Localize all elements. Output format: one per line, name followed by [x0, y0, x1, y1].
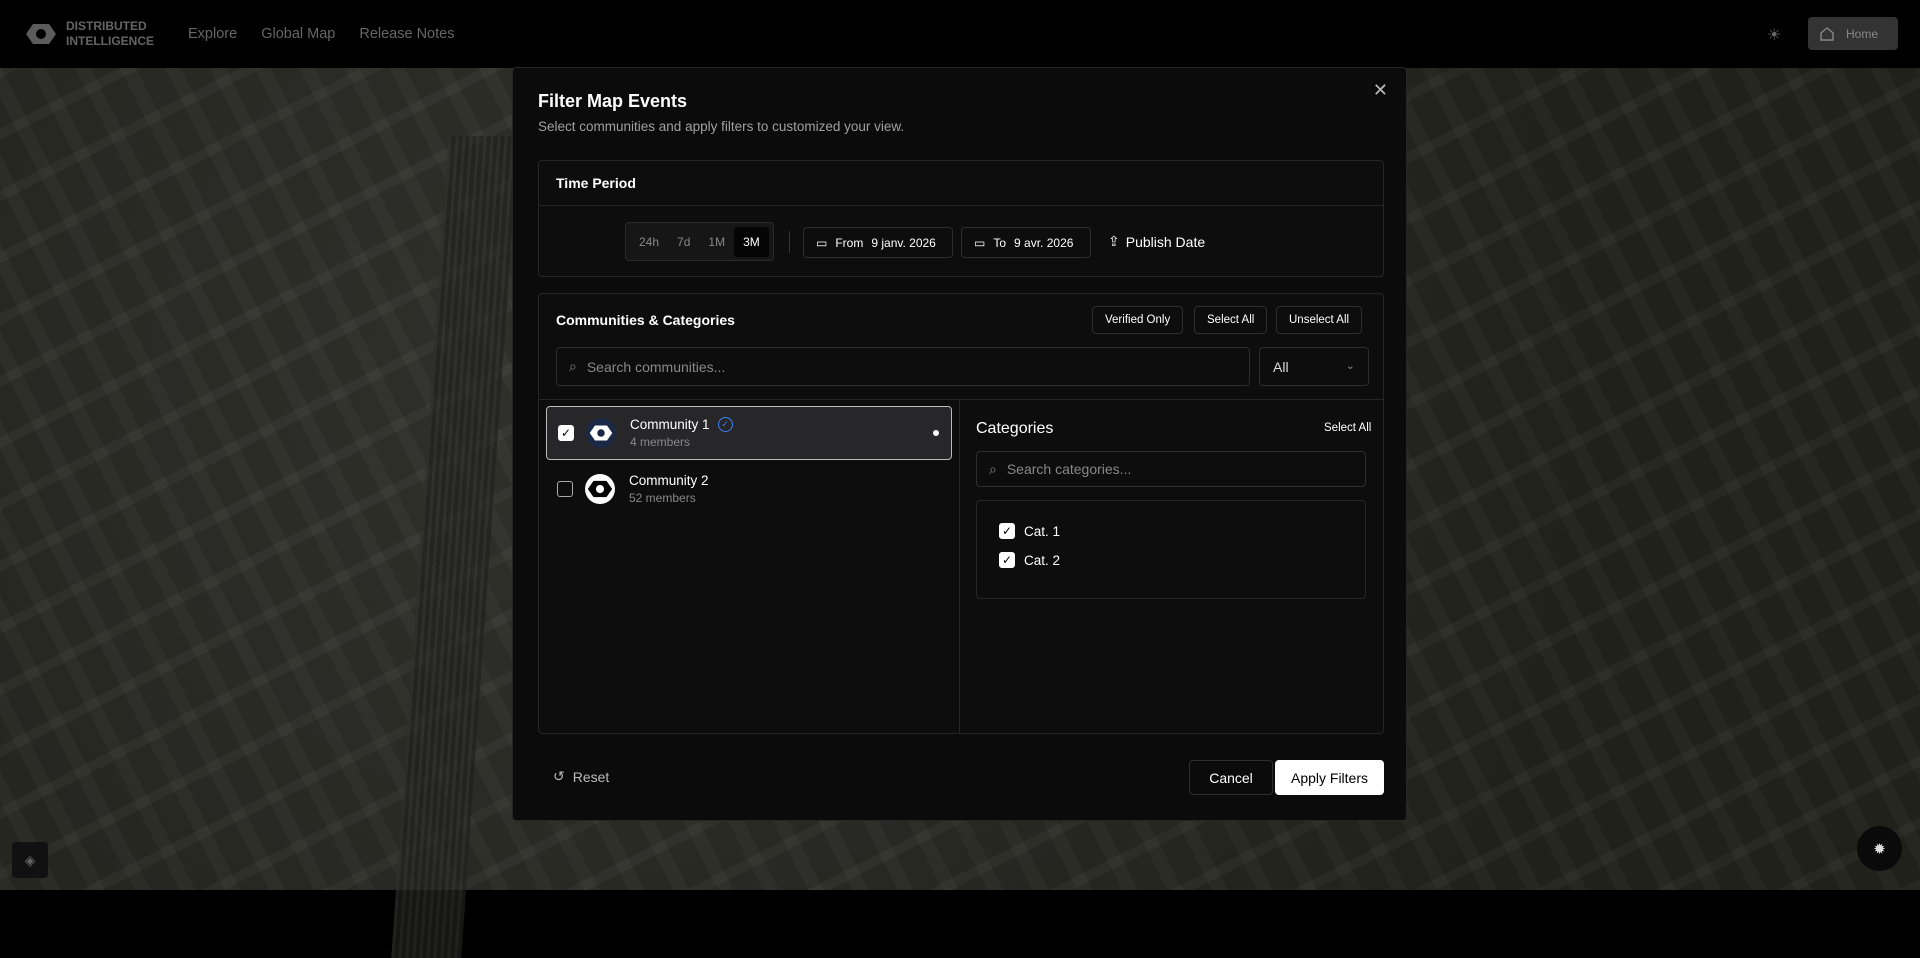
time-period-heading: Time Period — [539, 161, 1383, 206]
from-label: From — [835, 235, 864, 250]
eye-logo-icon — [587, 480, 613, 498]
search-icon: ⌕ — [569, 358, 577, 374]
categories-select-all-button[interactable]: Select All — [1324, 422, 1371, 434]
to-label: To — [993, 235, 1007, 250]
community-filter-select[interactable]: All ⌄ — [1259, 347, 1369, 386]
to-date-button[interactable]: ▭ To 9 avr. 2026 — [961, 227, 1091, 258]
category-checkbox[interactable]: ✓ — [999, 552, 1015, 568]
categories-heading: Categories — [976, 420, 1054, 437]
community-row[interactable]: Community 2 52 members — [546, 462, 952, 516]
search-icon: ⌕ — [989, 460, 997, 477]
community-members: 52 members — [629, 491, 696, 505]
range-24h[interactable]: 24h — [630, 227, 668, 257]
upload-icon: ⇪ — [1108, 233, 1120, 249]
divider — [789, 231, 790, 253]
publish-label: Publish Date — [1125, 233, 1206, 250]
reset-button[interactable]: ↺ Reset — [553, 768, 609, 785]
category-checkbox[interactable]: ✓ — [999, 523, 1015, 539]
search-categories-input[interactable]: ⌕ Search categories... — [976, 451, 1366, 487]
communities-heading: Communities & Categories — [556, 312, 735, 328]
from-value: 9 janv. 2026 — [871, 235, 936, 250]
layers-button[interactable]: ◈ — [12, 842, 48, 878]
divider — [959, 400, 960, 734]
community-checkbox[interactable]: ✓ — [558, 425, 574, 441]
range-3m[interactable]: 3M — [734, 226, 769, 257]
community-checkbox[interactable] — [557, 481, 573, 497]
map-railway — [391, 136, 519, 958]
community-name: Community 2 — [629, 473, 709, 488]
community-members: 4 members — [630, 435, 691, 449]
to-value: 9 avr. 2026 — [1014, 235, 1074, 250]
reset-icon: ↺ — [553, 768, 565, 784]
chevron-down-icon: ⌄ — [1345, 360, 1355, 372]
verified-only-button[interactable]: Verified Only — [1092, 306, 1184, 334]
select-all-button[interactable]: Select All — [1194, 306, 1268, 334]
modal-subtitle: Select communities and apply filters to … — [538, 119, 905, 134]
search-placeholder: Search categories... — [1006, 461, 1132, 477]
top-nav: DISTRIBUTED INTELLIGENCE Explore Global M… — [0, 0, 1920, 68]
from-date-button[interactable]: ▭ From 9 janv. 2026 — [803, 227, 953, 258]
brand-logo[interactable]: DISTRIBUTED INTELLIGENCE — [25, 19, 154, 49]
category-name: Cat. 2 — [1024, 552, 1061, 568]
nav-release-notes[interactable]: Release Notes — [359, 26, 454, 42]
community-name: Community 1 — [630, 417, 710, 432]
avatar — [585, 474, 615, 504]
filter-modal: ✕ Filter Map Events Select communities a… — [512, 67, 1407, 821]
calendar-icon: ▭ — [974, 235, 986, 250]
verified-badge-icon: ✓ — [717, 417, 733, 432]
category-item[interactable]: ✓ Cat. 2 — [999, 552, 1060, 568]
brand-line2: INTELLIGENCE — [66, 34, 155, 48]
search-communities-input[interactable]: ⌕ Search communities... — [556, 347, 1250, 386]
home-icon — [1820, 26, 1834, 41]
unselect-all-button[interactable]: Unselect All — [1276, 306, 1363, 334]
communities-section: Communities & Categories Verified Only S… — [538, 293, 1384, 734]
nav-global-map[interactable]: Global Map — [261, 26, 335, 42]
calendar-icon: ▭ — [816, 235, 828, 250]
close-icon[interactable]: ✕ — [1373, 80, 1388, 101]
filter-value: All — [1273, 359, 1289, 375]
search-placeholder: Search communities... — [586, 358, 726, 375]
theme-toggle-sun-icon[interactable]: ☀ — [1767, 25, 1781, 45]
modal-title: Filter Map Events — [538, 91, 688, 111]
time-period-section: Time Period 24h 7d 1M 3M ▭ From 9 janv. … — [538, 160, 1384, 277]
community-row[interactable]: ✓ Community 1 ✓ 4 members — [546, 406, 952, 460]
home-button[interactable]: Home — [1808, 17, 1898, 50]
brand-line1: DISTRIBUTED — [66, 19, 147, 33]
cancel-button[interactable]: Cancel — [1189, 760, 1273, 795]
home-label: Home — [1846, 26, 1879, 41]
reset-label: Reset — [572, 768, 610, 785]
category-item[interactable]: ✓ Cat. 1 — [999, 523, 1060, 539]
category-name: Cat. 1 — [1024, 523, 1061, 539]
avatar — [586, 418, 616, 448]
apply-filters-button[interactable]: Apply Filters — [1275, 760, 1384, 795]
range-7d[interactable]: 7d — [668, 227, 699, 257]
communities-body: ✓ Community 1 ✓ 4 members Community 2 52 … — [539, 399, 1383, 734]
layers-icon: ◈ — [24, 851, 36, 868]
categories-list: ✓ Cat. 1 ✓ Cat. 2 — [976, 500, 1366, 599]
bug-report-button[interactable]: ✹ — [1857, 826, 1902, 871]
range-selector: 24h 7d 1M 3M — [625, 222, 774, 261]
nav-explore[interactable]: Explore — [188, 26, 237, 42]
eye-logo-icon — [26, 24, 56, 44]
status-dot — [933, 430, 939, 436]
range-1m[interactable]: 1M — [699, 227, 734, 257]
publish-date-button[interactable]: ⇪ Publish Date — [1108, 233, 1205, 250]
eye-logo-icon — [589, 425, 613, 441]
bug-icon: ✹ — [1873, 840, 1886, 858]
